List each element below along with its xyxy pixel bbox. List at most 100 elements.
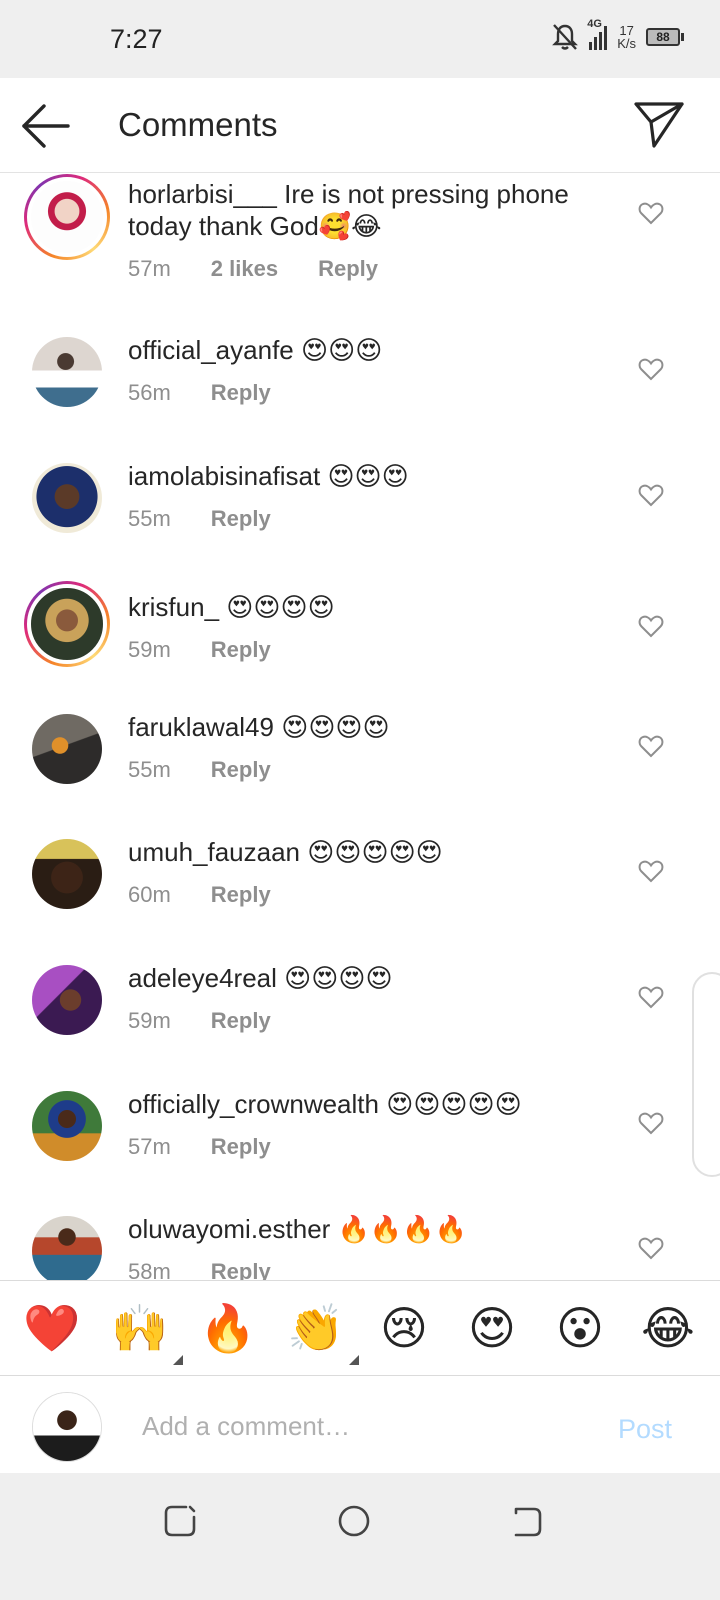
reply-button[interactable]: Reply [211,757,271,783]
comment-item: oluwayomi.esther 🔥🔥🔥🔥 58m Reply [0,1213,720,1280]
comment-username[interactable]: faruklawal49 [128,712,274,742]
comment-time: 59m [128,1008,171,1033]
heart-outline-icon[interactable] [638,483,664,507]
post-button[interactable]: Post [618,1414,672,1445]
reaction-clapping-hands[interactable]: 👏 [287,1299,359,1365]
heart-outline-icon[interactable] [638,357,664,381]
comment-item: faruklawal49 😍😍😍😍 55m Reply [0,711,720,821]
heart-outline-icon[interactable] [638,734,664,758]
avatar[interactable] [32,463,102,533]
reaction-heart[interactable]: ❤️ [23,1299,81,1357]
comment-likes[interactable]: 2 likes [211,256,278,282]
avatar[interactable] [32,714,102,784]
heart-outline-icon[interactable] [638,1236,664,1260]
notifications-muted-icon [552,24,579,50]
comment-username[interactable]: adeleye4real [128,963,277,993]
comment-text: officially_crownwealth 😍😍😍😍😍 [128,1088,608,1120]
comment-username[interactable]: officially_crownwealth [128,1089,379,1119]
battery-level: 88 [646,28,680,46]
comment-username[interactable]: iamolabisinafisat [128,461,320,491]
reply-button[interactable]: Reply [211,882,271,908]
reply-button[interactable]: Reply [211,1134,271,1160]
paper-plane-icon[interactable] [632,98,686,152]
avatar[interactable] [24,581,110,667]
comment-body: 😍😍😍😍😍 [386,1089,522,1119]
comment-text: faruklawal49 😍😍😍😍 [128,711,608,743]
comment-body: 😍😍😍😍 [284,963,393,993]
avatar[interactable] [24,174,110,260]
recent-apps-icon[interactable] [162,1503,198,1539]
battery-icon: 88 [646,28,684,46]
comment-body: 🔥🔥🔥🔥 [337,1214,468,1244]
comment-username[interactable]: official_ayanfe [128,335,294,365]
comment-time: 58m [128,1259,171,1280]
avatar[interactable] [32,839,102,909]
home-icon[interactable] [336,1503,372,1539]
comment-time: 60m [128,882,171,907]
scroll-handle[interactable] [692,972,720,1177]
comment-body: 😍😍😍 [327,461,409,491]
comment-time: 57m [128,1134,171,1159]
avatar[interactable] [32,965,102,1035]
back-nav-icon[interactable] [508,1503,544,1539]
avatar[interactable] [32,337,102,407]
reaction-tears-of-joy[interactable]: 😂 [639,1299,697,1357]
heart-outline-icon[interactable] [638,1111,664,1135]
heart-outline-icon[interactable] [638,614,664,638]
comment-username[interactable]: horlarbisi___ [128,179,277,209]
quick-reactions-bar: ❤️ 🙌 🔥 👏 😢 😍 😮 😂 [0,1280,720,1375]
page-title: Comments [118,106,278,143]
reply-button[interactable]: Reply [211,637,271,663]
comment-body: 😍😍😍😍😍 [307,837,443,867]
avatar[interactable] [32,1091,102,1161]
comment-text: adeleye4real 😍😍😍😍 [128,962,608,994]
status-bar: 7:27 4G 17 K/s 88 [0,0,720,78]
comment-item: official_ayanfe 😍😍😍 56m Reply [0,334,720,444]
reply-button[interactable]: Reply [211,1008,271,1034]
comment-text: horlarbisi___ Ire is not pressing phone … [128,178,608,242]
comment-text: official_ayanfe 😍😍😍 [128,334,608,366]
skin-tone-indicator-icon [349,1355,359,1365]
reply-button[interactable]: Reply [211,380,271,406]
arrow-left-icon[interactable] [20,102,72,150]
comment-username[interactable]: krisfun_ [128,592,219,622]
skin-tone-indicator-icon [173,1355,183,1365]
comment-body: 😍😍😍😍 [226,592,335,622]
network-type: 4G [587,18,602,30]
comment-time: 55m [128,757,171,782]
heart-outline-icon[interactable] [638,201,664,225]
status-time: 7:27 [110,24,163,54]
cellular-signal-icon: 4G [587,18,608,50]
reaction-heart-eyes[interactable]: 😍 [463,1299,521,1357]
comment-meta: 55m Reply [128,757,271,783]
comment-time: 55m [128,506,171,531]
comment-text: oluwayomi.esther 🔥🔥🔥🔥 [128,1213,608,1245]
network-speed: 17 K/s [617,23,636,51]
heart-outline-icon[interactable] [638,985,664,1009]
comment-item: adeleye4real 😍😍😍😍 59m Reply [0,962,720,1072]
reaction-crying-face[interactable]: 😢 [375,1299,433,1357]
comment-meta: 60m Reply [128,882,271,908]
reply-button[interactable]: Reply [211,1259,271,1280]
app-header: Comments [0,78,720,173]
status-icons: 4G 17 K/s 88 [551,18,684,52]
reply-button[interactable]: Reply [318,256,378,282]
reaction-surprised-face[interactable]: 😮 [551,1299,609,1357]
avatar[interactable] [32,1216,102,1280]
comment-username[interactable]: umuh_fauzaan [128,837,300,867]
comment-meta: 55m Reply [128,506,271,532]
comment-meta: 57m Reply [128,1134,271,1160]
heart-outline-icon[interactable] [638,859,664,883]
comment-meta: 58m Reply [128,1259,271,1280]
reaction-fire[interactable]: 🔥 [199,1299,257,1357]
comment-input[interactable] [142,1406,582,1446]
comment-time: 59m [128,637,171,662]
comments-list[interactable]: horlarbisi___ Ire is not pressing phone … [0,174,720,1280]
comment-username[interactable]: oluwayomi.esther [128,1214,330,1244]
reaction-raised-hands[interactable]: 🙌 [111,1299,183,1365]
comment-item: krisfun_ 😍😍😍😍 59m Reply [0,581,720,691]
comment-time: 56m [128,380,171,405]
reply-button[interactable]: Reply [211,506,271,532]
comment-text: umuh_fauzaan 😍😍😍😍😍 [128,836,608,868]
comment-text: krisfun_ 😍😍😍😍 [128,591,608,623]
